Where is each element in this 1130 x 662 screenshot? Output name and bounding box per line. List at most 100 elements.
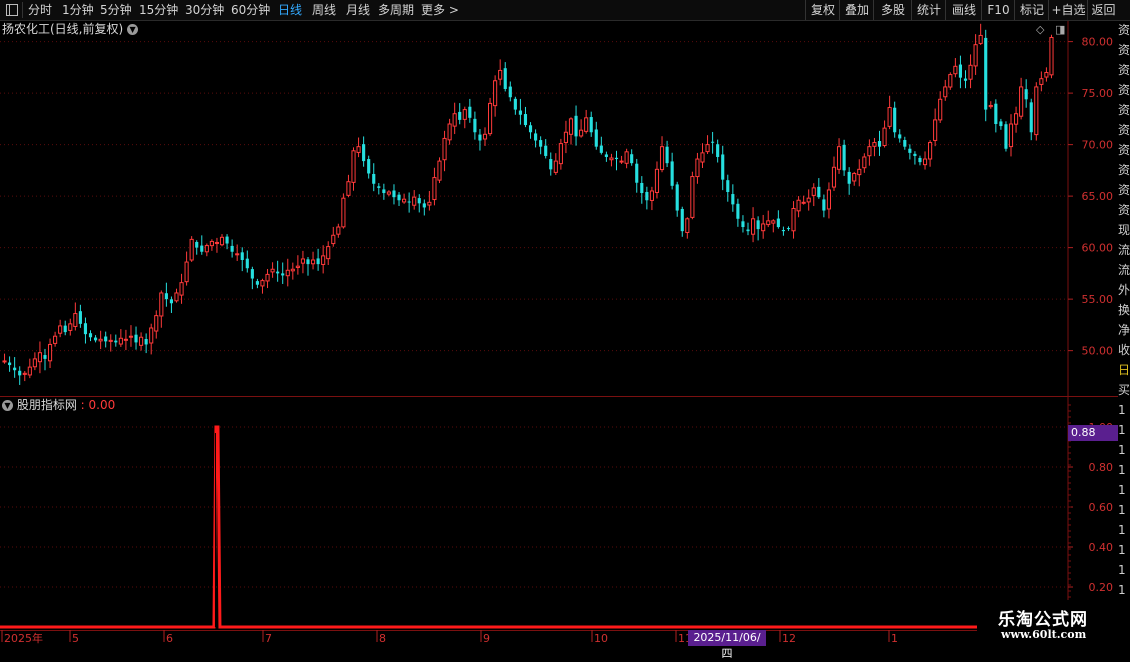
- candle-body-down: [63, 325, 67, 333]
- candle-body-up: [922, 158, 928, 166]
- candle-body-down: [984, 37, 988, 110]
- candle-body-up: [260, 280, 265, 287]
- candle-body-down: [994, 103, 998, 125]
- period-tab-4[interactable]: 30分钟: [185, 2, 224, 18]
- candle-body-up: [331, 234, 336, 245]
- sub-y-tick-label: 0.80: [1089, 461, 1114, 474]
- candle-body-down: [114, 340, 118, 343]
- toolbar-button-3[interactable]: 统计: [911, 0, 946, 20]
- candle-body-down: [104, 336, 108, 342]
- candle-body-down: [306, 259, 310, 265]
- candle-body-up: [427, 201, 432, 206]
- candle-body-up: [498, 69, 503, 80]
- period-tab-1[interactable]: 1分钟: [62, 2, 94, 18]
- x-axis-label: 2025年: [4, 631, 43, 645]
- candle-body-up: [326, 246, 331, 260]
- candle-body-up: [791, 207, 796, 232]
- candle-body-up: [53, 335, 58, 344]
- candle-body-up: [2, 360, 7, 363]
- candle-body-up: [1019, 86, 1024, 117]
- candle-body-up: [123, 338, 128, 341]
- period-tab-2[interactable]: 5分钟: [100, 2, 132, 18]
- candle-body-down: [786, 228, 791, 230]
- candle-body-down: [614, 157, 619, 160]
- candlestick-chart[interactable]: 80.00 75.00 70.00 65.00 60.00 55.00 50.00: [0, 21, 1118, 397]
- candle-body-up: [933, 119, 938, 141]
- candle-body-down: [847, 171, 851, 184]
- period-tab-3[interactable]: 15分钟: [139, 2, 178, 18]
- candle-body-down: [958, 64, 963, 78]
- side-panel-char: 换: [1118, 303, 1130, 317]
- toolbar-button-6[interactable]: 标记: [1014, 0, 1049, 20]
- candle-body-up: [447, 123, 452, 141]
- candle-body-up: [568, 118, 574, 135]
- sub-y-tick-label: 0.20: [1089, 581, 1114, 594]
- side-panel-char: 1: [1118, 423, 1126, 437]
- candle-body-down: [8, 362, 12, 366]
- candle-body-up: [796, 199, 801, 212]
- candle-body-down: [594, 129, 598, 147]
- candle-body-down: [741, 221, 745, 228]
- period-toolbar: 分时 1分钟 5分钟 15分钟 30分钟 60分钟 日线 周线 月线 多周期 更多 > 复权 叠加 多股…: [0, 0, 1130, 21]
- candle-body-down: [721, 154, 725, 180]
- toolbar-button-4[interactable]: 画线: [945, 0, 982, 20]
- toolbar-button-8[interactable]: 返回: [1087, 0, 1119, 20]
- sub-y-tick-label: 0.40: [1089, 541, 1114, 554]
- candle-body-up: [579, 129, 584, 137]
- candle-body-down: [549, 159, 553, 170]
- candle-body-down: [169, 299, 174, 304]
- candle-body-up: [386, 191, 391, 195]
- candle-body-down: [528, 125, 533, 133]
- candle-body-up: [928, 142, 933, 160]
- candle-body-up: [73, 313, 78, 327]
- candle-body-up: [695, 158, 700, 178]
- period-tab-7[interactable]: 周线: [312, 2, 336, 18]
- candle-body-up: [862, 156, 867, 169]
- toolbar-button-1[interactable]: 叠加: [839, 0, 874, 20]
- candle-body-up: [978, 34, 983, 44]
- period-tab-6[interactable]: 日线: [278, 2, 302, 18]
- candle-body-up: [179, 282, 184, 296]
- period-tab-9[interactable]: 多周期: [378, 2, 414, 18]
- candle-body-down: [630, 154, 634, 164]
- period-tab-5[interactable]: 60分钟: [231, 2, 270, 18]
- candle-body-up: [300, 258, 306, 264]
- period-tab-10[interactable]: 更多 >: [421, 2, 459, 18]
- candle-body-up: [493, 80, 498, 107]
- main-y-tick-label: 55.00: [1082, 293, 1114, 306]
- x-axis-label: 5: [72, 632, 79, 645]
- toolbar-button-2[interactable]: 多股: [873, 0, 912, 20]
- toolbar-button-5[interactable]: F10: [981, 0, 1015, 20]
- candle-body-up: [37, 352, 43, 363]
- candle-body-up: [801, 201, 806, 204]
- candle-body-up: [811, 187, 816, 196]
- candle-body-up: [609, 157, 614, 161]
- main-y-tick-label: 70.00: [1082, 139, 1114, 152]
- x-axis: 2025年 5 6 7 8 9 10 11 12 1: [0, 630, 1118, 650]
- candle-body-up: [872, 142, 877, 147]
- toolbar-button-7[interactable]: +自选: [1048, 0, 1088, 20]
- candle-body-up: [766, 220, 771, 226]
- candle-body-down: [822, 199, 826, 211]
- candle-body-up: [558, 143, 563, 165]
- indicator-chart[interactable]: 1.000.800.600.400.20: [0, 397, 1118, 630]
- side-panel-char: 资: [1118, 123, 1130, 137]
- candle-body-up: [943, 86, 948, 98]
- candle-body-up: [948, 74, 953, 88]
- toolbar-button-0[interactable]: 复权: [805, 0, 840, 20]
- candle-body-up: [968, 64, 973, 80]
- candle-body-down: [367, 159, 371, 174]
- window-layout-icon[interactable]: [6, 4, 18, 16]
- candle-body-down: [144, 339, 148, 345]
- candle-body-up: [659, 146, 665, 171]
- candle-body-up: [321, 255, 326, 265]
- candle-body-down: [195, 241, 199, 248]
- period-tab-8[interactable]: 月线: [346, 2, 370, 18]
- side-panel-char: 外: [1118, 283, 1130, 297]
- candle-body-up: [462, 109, 467, 120]
- side-panel-char: 资: [1118, 43, 1130, 57]
- main-y-tick-label: 60.00: [1082, 242, 1114, 255]
- period-tab-0[interactable]: 分时: [28, 2, 52, 18]
- right-info-panel: 资资资资资资资资资资现流流外换净收日买1111111111: [1118, 20, 1130, 650]
- watermark-line2: www.60lt.com: [1001, 628, 1087, 641]
